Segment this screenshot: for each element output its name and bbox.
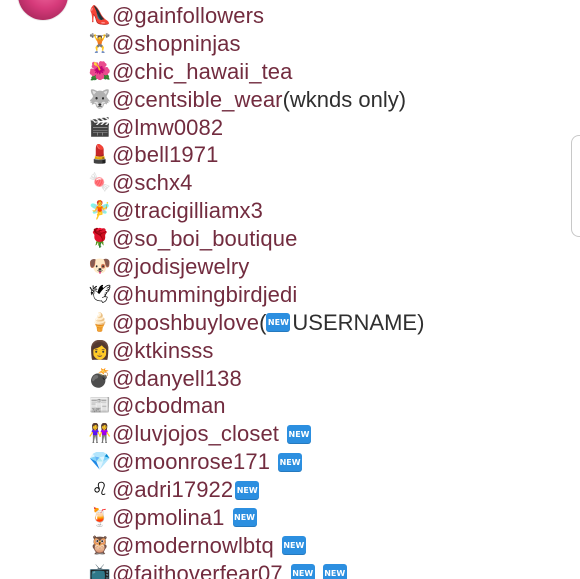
post-comment-screen: 👠 @gainfollowers 🏋 @shopninjas 🌺 @chic_hawaii… xyxy=(0,0,580,579)
emoji-icon: 💄 xyxy=(88,144,112,166)
new-badge-icon: NEW xyxy=(232,508,257,528)
note-text: (wknds only) xyxy=(282,86,407,112)
username-link[interactable]: @pmolina1 xyxy=(112,504,225,532)
list-item: 🦉 @modernowlbtq NEW xyxy=(88,532,424,560)
username-link[interactable]: @hummingbirdjedi xyxy=(112,281,297,309)
emoji-icon: 🦉 xyxy=(88,534,112,556)
emoji-icon: 💎 xyxy=(88,451,112,473)
emoji-icon: 📰 xyxy=(88,395,112,417)
emoji-icon: 💣 xyxy=(88,367,112,389)
avatar[interactable] xyxy=(18,0,68,20)
list-item: 👭 @luvjojos_closet NEW xyxy=(88,420,424,448)
username-link[interactable]: @cbodman xyxy=(112,392,226,420)
list-item: 🧚 @tracigilliamx3 xyxy=(88,197,424,225)
list-item: 🐶 @jodisjewelry xyxy=(88,253,424,281)
list-item: 🕊 @hummingbirdjedi xyxy=(88,281,424,309)
username-link[interactable]: @danyell138 xyxy=(112,365,242,393)
username-link[interactable]: @lmw0082 xyxy=(112,114,223,142)
new-badge-icon: NEW xyxy=(278,452,303,472)
new-badge-icon: NEW xyxy=(266,313,291,333)
username-link[interactable]: @ktkinsss xyxy=(112,337,213,365)
list-item: 📺 @faithoverfear07 NEW NEW xyxy=(88,560,424,579)
new-badge-icon: NEW xyxy=(290,564,315,579)
new-badge-icon: NEW xyxy=(287,424,312,444)
emoji-icon: 🎬 xyxy=(88,116,112,138)
username-link[interactable]: @adri17922 xyxy=(112,476,233,504)
list-item: 🎬 @lmw0082 xyxy=(88,114,424,142)
list-item: 💄 @bell1971 xyxy=(88,141,424,169)
emoji-icon: 🍦 xyxy=(88,311,112,333)
list-item: 🍦 @poshbuylove (NEW USERNAME) xyxy=(88,309,425,337)
note-text: ( xyxy=(259,309,267,335)
username-link[interactable]: @centsible_wear xyxy=(112,86,283,114)
list-item: 🍹 @pmolina1 NEW xyxy=(88,504,424,532)
username-link[interactable]: @poshbuylove xyxy=(112,309,259,337)
new-badge-icon: NEW xyxy=(235,480,260,500)
username-link[interactable]: @so_boi_boutique xyxy=(112,225,297,253)
username-link[interactable]: @shopninjas xyxy=(112,30,241,58)
list-item: 📰 @cbodman xyxy=(88,392,424,420)
list-item: 👩 @ktkinsss xyxy=(88,337,424,365)
emoji-icon: 🌹 xyxy=(88,228,112,250)
shout-out-list: 👠 @gainfollowers 🏋 @shopninjas 🌺 @chic_hawaii… xyxy=(88,2,424,579)
note-text: USERNAME) xyxy=(292,309,425,335)
list-item: 🐺 @centsible_wear (wknds only) xyxy=(88,86,424,114)
list-item: 💣 @danyell138 xyxy=(88,365,424,393)
username-link[interactable]: @chic_hawaii_tea xyxy=(112,58,292,86)
emoji-icon: 🐶 xyxy=(88,255,112,277)
emoji-icon: 🏋 xyxy=(88,32,112,54)
new-badge-icon: NEW xyxy=(322,564,347,579)
list-item: ♌ @adri17922 NEW xyxy=(88,476,424,504)
list-item: 🍬 @schx4 xyxy=(88,169,424,197)
emoji-icon: 🕊 xyxy=(88,283,112,305)
username-link[interactable]: @tracigilliamx3 xyxy=(112,197,263,225)
new-badge-icon: NEW xyxy=(281,536,306,556)
emoji-icon: 🍹 xyxy=(88,506,112,528)
username-link[interactable]: @faithoverfear07 xyxy=(112,560,283,579)
list-item: 🌹 @so_boi_boutique xyxy=(88,225,424,253)
list-item: 👠 @gainfollowers xyxy=(88,2,424,30)
scrollbar-handle[interactable] xyxy=(571,135,580,237)
emoji-icon: 📺 xyxy=(88,562,112,579)
list-item: 💎 @moonrose171 NEW xyxy=(88,448,424,476)
emoji-icon: 🧚 xyxy=(88,200,112,222)
username-link[interactable]: @gainfollowers xyxy=(112,2,264,30)
username-link[interactable]: @jodisjewelry xyxy=(112,253,249,281)
list-item: 🏋 @shopninjas xyxy=(88,30,424,58)
username-link[interactable]: @schx4 xyxy=(112,169,192,197)
emoji-icon: 👭 xyxy=(88,423,112,445)
emoji-icon: ♌ xyxy=(91,479,109,501)
username-link[interactable]: @luvjojos_closet xyxy=(112,420,279,448)
emoji-icon: 👠 xyxy=(88,4,112,26)
emoji-icon: 🌺 xyxy=(88,60,112,82)
username-link[interactable]: @moonrose171 xyxy=(112,448,270,476)
emoji-icon: 🍬 xyxy=(88,172,112,194)
list-item: 🌺 @chic_hawaii_tea xyxy=(88,58,424,86)
emoji-icon: 🐺 xyxy=(88,88,112,110)
emoji-icon: 👩 xyxy=(88,339,112,361)
username-link[interactable]: @modernowlbtq xyxy=(112,532,274,560)
username-link[interactable]: @bell1971 xyxy=(112,141,218,169)
